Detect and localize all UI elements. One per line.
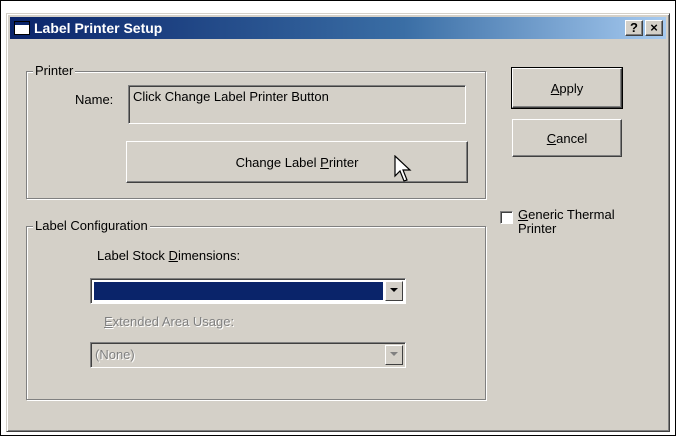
label-stock-dimensions-combo[interactable] xyxy=(90,278,406,304)
label-configuration-legend: Label Configuration xyxy=(33,218,150,233)
extended-area-usage-label: Extended Area Usage: xyxy=(104,314,235,329)
extended-area-dropdown-button[interactable] xyxy=(385,345,403,365)
generic-thermal-printer-checkbox[interactable] xyxy=(500,211,513,224)
extended-area-usage-combo[interactable]: (None) xyxy=(90,342,406,368)
chevron-down-icon xyxy=(390,288,398,292)
mouse-cursor-icon xyxy=(394,155,412,182)
label-stock-dropdown-button[interactable] xyxy=(385,281,403,301)
help-button[interactable]: ? xyxy=(625,20,643,36)
printer-group-legend: Printer xyxy=(33,63,76,78)
printer-name-field: Click Change Label Printer Button xyxy=(128,85,466,124)
window-title: Label Printer Setup xyxy=(34,20,163,36)
combo-selection-highlight xyxy=(94,282,383,300)
change-label-printer-button[interactable]: Change Label Printer xyxy=(126,141,468,183)
extended-area-usage-value: (None) xyxy=(95,347,135,362)
close-button[interactable]: × xyxy=(645,20,663,36)
label-configuration-group xyxy=(26,226,486,400)
window-icon xyxy=(14,21,30,35)
printer-name-value: Click Change Label Printer Button xyxy=(133,89,329,104)
printer-name-label: Name: xyxy=(75,92,114,107)
generic-thermal-printer-label[interactable]: Generic Thermal Printer xyxy=(518,208,615,236)
label-stock-dimensions-label: Label Stock Dimensions: xyxy=(97,248,241,263)
chevron-down-icon xyxy=(390,352,398,356)
cancel-button[interactable]: Cancel xyxy=(512,119,622,157)
apply-button[interactable]: Apply xyxy=(511,67,623,109)
